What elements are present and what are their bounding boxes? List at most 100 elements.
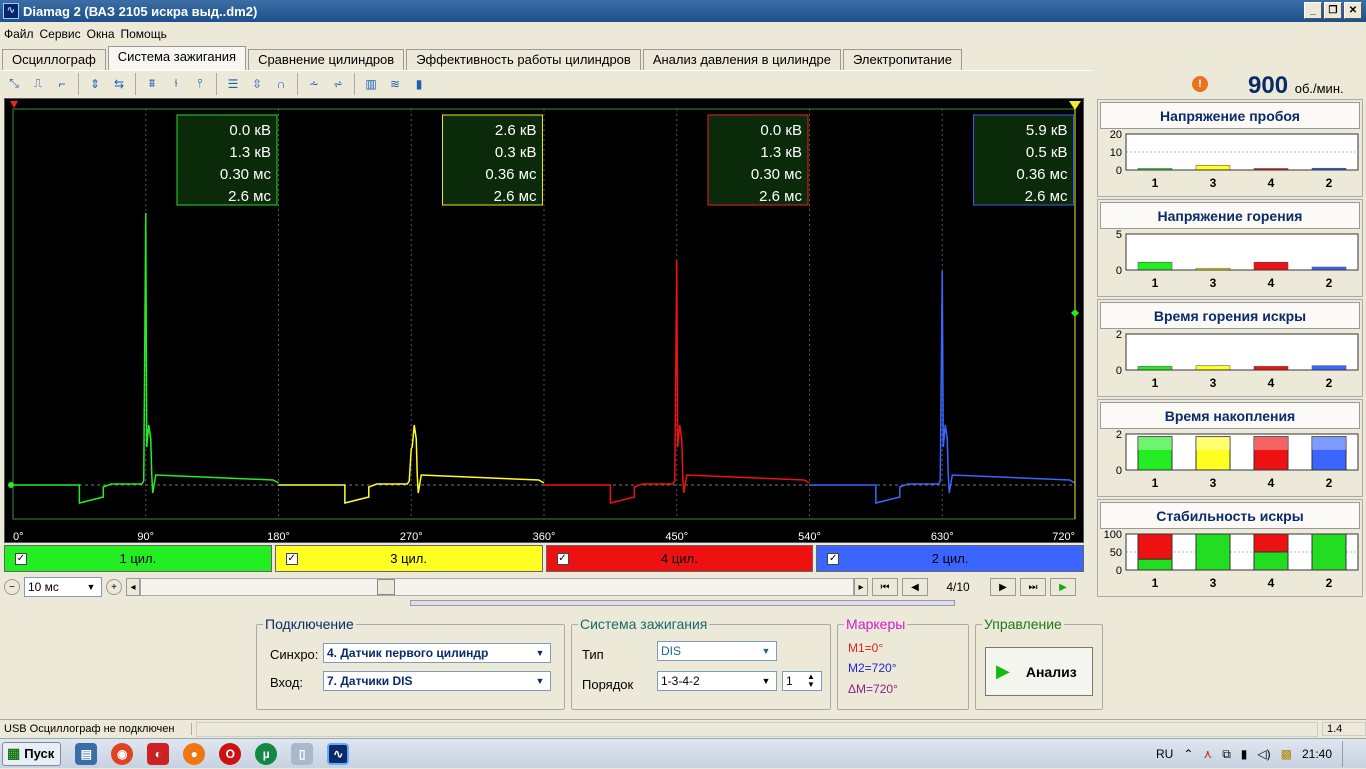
first-page-button[interactable]: ⏮	[872, 578, 898, 596]
zoom-out-icon[interactable]: −	[4, 579, 20, 595]
menu-windows[interactable]: Окна	[87, 27, 115, 41]
sync-select[interactable]: 4. Датчик первого цилиндр ▼	[323, 643, 551, 663]
opera-icon[interactable]: O	[219, 742, 242, 765]
channel-toggle-1[interactable]: ✓ 1 цил.	[4, 545, 272, 572]
measurement-value: 2.6 мс	[1025, 188, 1068, 205]
explorer-icon[interactable]: ▤	[75, 742, 98, 765]
measurement-value: 2.6 мс	[759, 188, 802, 205]
app-icon-2[interactable]: ◐	[147, 742, 170, 765]
chevron-down-icon: ▼	[86, 582, 96, 592]
markers-icon[interactable]: ⇳	[245, 73, 269, 95]
group-title: Маркеры	[844, 616, 908, 632]
tab-ignition-system[interactable]: Система зажигания	[107, 46, 247, 70]
type-select[interactable]: DIS ▼	[657, 641, 777, 661]
filter-icon[interactable]: ⩪	[302, 73, 326, 95]
metric-bar-highlight	[1254, 436, 1288, 450]
channel-toggle-4[interactable]: ✓ 4 цил.	[545, 545, 814, 572]
tray-shield-icon[interactable]: ▩	[1281, 747, 1292, 761]
metric-bar	[1137, 261, 1173, 271]
volume-icon[interactable]: ◁)	[1257, 747, 1270, 761]
metric-y-tick: 2	[1116, 330, 1122, 341]
tab-strip: Осциллограф Система зажигания Сравнение …	[2, 46, 964, 70]
auto-scale-icon[interactable]: ⇕	[83, 73, 107, 95]
metric-plot-area	[1125, 333, 1359, 371]
tray-app-icon[interactable]: ⋏	[1203, 747, 1212, 761]
menu-help[interactable]: Помощь	[121, 27, 167, 41]
metric-spark-duration: Время горения искры 2 0 1 3 4 2	[1097, 299, 1363, 397]
filter2-icon[interactable]: ⩫	[326, 73, 350, 95]
order-spinner[interactable]: 1 ▲ ▼	[782, 671, 822, 691]
language-indicator[interactable]: RU	[1156, 747, 1173, 761]
metric-category-label: 1	[1152, 376, 1159, 390]
channel-checkbox[interactable]: ✓	[827, 552, 840, 565]
metric-title: Время накопления	[1100, 402, 1360, 429]
channel-checkbox[interactable]: ✓	[15, 552, 27, 565]
close-button[interactable]: ✕	[1344, 2, 1362, 19]
time-scrollbar[interactable]	[140, 578, 854, 596]
metric-y-tick: 100	[1104, 530, 1122, 541]
grid-lines-icon[interactable]: ☰	[221, 73, 245, 95]
splitter-handle[interactable]	[410, 600, 955, 606]
firefox-icon[interactable]: ●	[183, 742, 206, 765]
tab-pressure-analysis[interactable]: Анализ давления в цилиндре	[642, 49, 841, 70]
bar-chart-icon[interactable]: ▮	[407, 73, 431, 95]
metric-y-tick: 0	[1116, 265, 1122, 277]
menu-service[interactable]: Сервис	[40, 27, 81, 41]
scroll-right-icon[interactable]: ▸	[854, 578, 868, 596]
zoom-in-icon[interactable]: +	[106, 579, 122, 595]
tray-expand-icon[interactable]: ⌃	[1183, 747, 1193, 761]
metric-bar	[1253, 366, 1289, 371]
x-tick-label: 360°	[533, 531, 556, 543]
warning-icon[interactable]: !	[1192, 76, 1208, 92]
channel-checkbox[interactable]: ✓	[285, 552, 298, 565]
utorrent-icon[interactable]: µ	[255, 742, 278, 765]
chevron-down-icon: ▼	[535, 676, 545, 686]
tray-device-icon[interactable]: ⧉	[1222, 747, 1231, 762]
spectrum-icon[interactable]: ≋	[383, 73, 407, 95]
minimize-button[interactable]: _	[1304, 2, 1322, 19]
start-button[interactable]: ▦ Пуск	[2, 741, 62, 766]
waveform-raster-icon[interactable]: ⫯	[188, 73, 212, 95]
curve-icon[interactable]: ∩	[269, 73, 293, 95]
measurement-value: 0.5 кВ	[1026, 144, 1068, 161]
channel-checkbox[interactable]: ✓	[556, 552, 569, 565]
waveform-overlay-icon[interactable]: ⫮	[164, 73, 188, 95]
measurement-box: 0.0 кВ 1.3 кВ 0.30 мс 2.6 мс	[176, 114, 278, 206]
analyze-button[interactable]: ▶ Анализ	[985, 647, 1093, 696]
trigger-fall-icon[interactable]: ⌐	[50, 73, 74, 95]
play-button[interactable]: ▶	[1050, 578, 1076, 596]
chrome-icon[interactable]: ◉	[111, 742, 134, 765]
channel-toggle-2[interactable]: ✓ 2 цил.	[816, 545, 1084, 572]
tab-cylinder-efficiency[interactable]: Эффективность работы цилиндров	[406, 49, 641, 70]
prev-page-button[interactable]: ◀	[902, 578, 928, 596]
tab-cylinder-compare[interactable]: Сравнение цилиндров	[248, 49, 405, 70]
channel-bar: ✓ 1 цил. ✓ 3 цил. ✓ 4 цил. ✓ 2 цил.	[4, 545, 1084, 573]
toolbar: ⤡ ⎍ ⌐ ⇕ ⇆ ⩩ ⫮ ⫯ ☰ ⇳ ∩ ⩪ ⩫ ▥ ≋ ▮	[2, 70, 1092, 96]
last-page-button[interactable]: ⏭	[1020, 578, 1046, 596]
oscilloscope-view[interactable]: 0.0 кВ 1.3 кВ 0.30 мс 2.6 мс 2.6 кВ 0.3 кВ 0.3…	[4, 98, 1084, 543]
document-icon[interactable]: ▯	[291, 742, 314, 765]
scroll-left-icon[interactable]: ◂	[126, 578, 140, 596]
waveform-parade-icon[interactable]: ⩩	[140, 73, 164, 95]
input-select[interactable]: 7. Датчики DIS ▼	[323, 671, 551, 691]
show-desktop-button[interactable]	[1342, 741, 1352, 767]
next-page-button[interactable]: ▶	[990, 578, 1016, 596]
tray-network-icon[interactable]: ▮	[1241, 747, 1248, 761]
cylinder-numbers-icon[interactable]: ⇆	[107, 73, 131, 95]
channel-toggle-3[interactable]: ✓ 3 цил.	[274, 545, 543, 572]
timebase-select[interactable]: 10 мс ▼	[24, 577, 102, 597]
cursor-tool-icon[interactable]: ⤡	[2, 73, 26, 95]
x-tick-label: 540°	[798, 531, 821, 543]
tab-oscilloscope[interactable]: Осциллограф	[2, 49, 106, 70]
maximize-button[interactable]: ❐	[1324, 2, 1342, 19]
metric-chart: 2 0 1 3 4 2	[1116, 330, 1359, 390]
report-icon[interactable]: ▥	[359, 73, 383, 95]
trigger-rise-icon[interactable]: ⎍	[26, 73, 50, 95]
tab-power-supply[interactable]: Электропитание	[842, 49, 962, 70]
scrollbar-thumb[interactable]	[377, 579, 395, 595]
menu-file[interactable]: Файл	[4, 27, 34, 41]
order-select[interactable]: 1-3-4-2 ▼	[657, 671, 777, 691]
oscilloscope-plot[interactable]: 0.0 кВ 1.3 кВ 0.30 мс 2.6 мс 2.6 кВ 0.3 кВ 0.3…	[5, 99, 1085, 544]
spinner-arrows-icon[interactable]: ▲ ▼	[803, 673, 819, 689]
diamag-task-icon[interactable]: ∿	[327, 742, 350, 765]
